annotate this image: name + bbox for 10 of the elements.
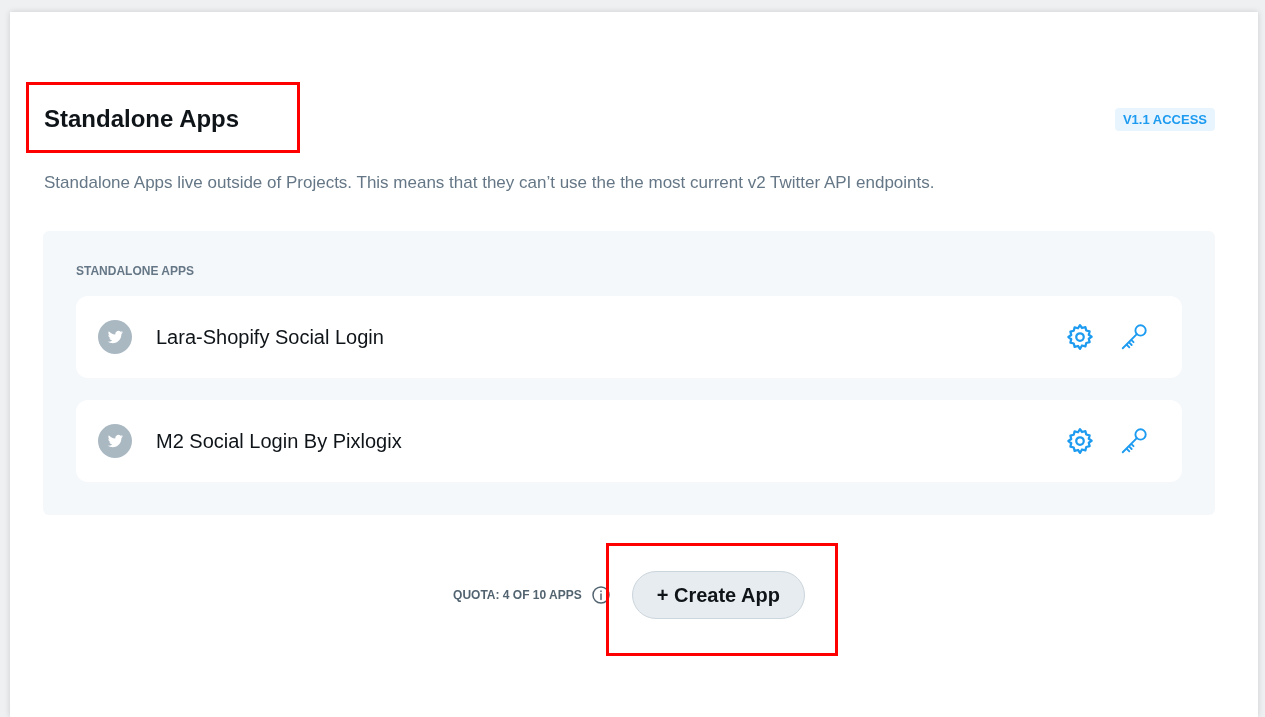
description-text: Standalone Apps live outside of Projects. This means that they can’t use the the most current v2 Twitter API endpoints. — [44, 173, 936, 193]
access-badge: V1.1 ACCESS — [1114, 107, 1215, 131]
page-title: Standalone Apps — [44, 105, 240, 133]
app-name: M2 Social Login By Pixlogix — [156, 429, 403, 453]
quota-text: QUOTA: 4 OF 10 APPS — [453, 588, 582, 602]
section-label: STANDALONE APPS — [76, 264, 194, 278]
app-name: Lara-Shopify Social Login — [156, 325, 385, 349]
create-app-button[interactable]: + Create App — [631, 571, 805, 619]
app-row[interactable]: M2 Social Login By Pixlogix — [76, 400, 1182, 482]
app-row[interactable]: Lara-Shopify Social Login — [76, 296, 1182, 378]
